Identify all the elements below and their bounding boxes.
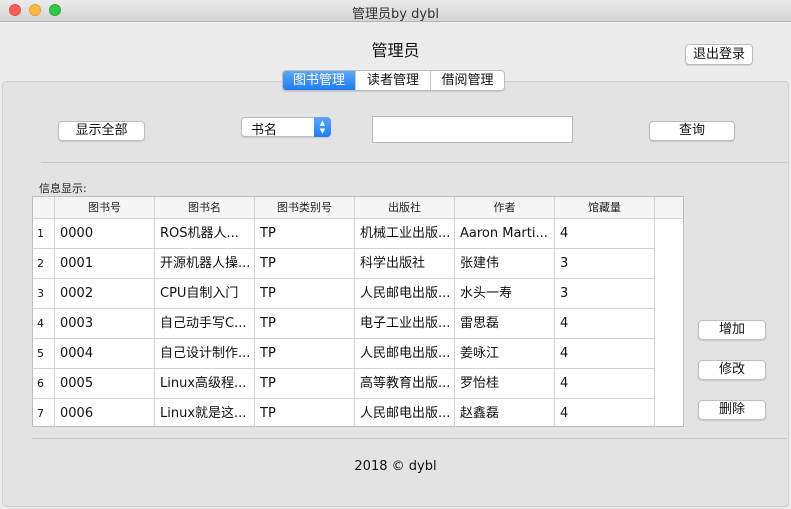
footer-copyright: 2018 © dybl [354,459,437,474]
table-row[interactable]: 2 0001 开源机器人操... TP 科学出版社 张建伟 3 [33,249,683,279]
table-cell: TP [255,339,355,369]
divider [32,438,787,439]
column-header-category[interactable]: 图书类别号 [255,197,355,218]
table-cell: 0006 [55,399,155,426]
page-title: 管理员 [371,41,420,60]
table-cell: 姜咏江 [455,339,555,369]
table-row[interactable]: 4 0003 自己动手写C... TP 电子工业出版... 雷思磊 4 [33,309,683,339]
table-cell: TP [255,399,355,426]
edit-button[interactable]: 修改 [698,360,766,380]
table-cell: 4 [555,309,655,339]
table-cell: 水头一寿 [455,279,555,309]
query-button[interactable]: 查询 [649,121,735,141]
table-scroll-gutter [655,219,683,426]
delete-button[interactable]: 删除 [698,400,766,420]
table-row[interactable]: 5 0004 自己设计制作... TP 人民邮电出版... 姜咏江 4 [33,339,683,369]
table-cell: 0001 [55,249,155,279]
table-cell: 电子工业出版... [355,309,455,339]
table-cell: 4 [555,399,655,426]
table-row[interactable]: 7 0006 Linux就是这... TP 人民邮电出版... 赵鑫磊 4 [33,399,683,426]
table-cell: TP [255,279,355,309]
table-cell: 4 [555,369,655,399]
search-field-select[interactable]: 书名 ▲ ▼ [241,117,331,138]
table-cell: 科学出版社 [355,249,455,279]
table-cell: TP [255,249,355,279]
select-value: 书名 [251,123,278,138]
table-cell: 人民邮电出版... [355,339,455,369]
table-cell: 3 [555,249,655,279]
table-cell: 人民邮电出版... [355,399,455,426]
table-cell: 罗怡桂 [455,369,555,399]
book-table[interactable]: 图书号 图书名 图书类别号 出版社 作者 馆藏量 1 0000 ROS机器人... T… [32,196,684,427]
column-header-author[interactable]: 作者 [455,197,555,218]
table-cell: 0005 [55,369,155,399]
table-cell: 4 [555,219,655,249]
row-index: 3 [33,279,55,309]
window-title: 管理员by dybl [352,7,439,22]
show-all-button[interactable]: 显示全部 [58,121,145,141]
table-cell: TP [255,369,355,399]
table-cell: TP [255,219,355,249]
table-cell: 雷思磊 [455,309,555,339]
add-button[interactable]: 增加 [698,320,766,340]
table-cell: Linux高级程... [155,369,255,399]
row-index: 2 [33,249,55,279]
column-header-stock[interactable]: 馆藏量 [555,197,655,218]
row-index: 5 [33,339,55,369]
chevron-up-down-icon: ▲ ▼ [314,117,331,137]
table-cell: 张建伟 [455,249,555,279]
table-cell: 自己动手写C... [155,309,255,339]
column-header-book-name[interactable]: 图书名 [155,197,255,218]
table-cell: 0004 [55,339,155,369]
title-bar: 管理员by dybl [0,0,791,22]
table-cell: Aaron Marti... [455,219,555,249]
row-index: 4 [33,309,55,339]
table-cell: TP [255,309,355,339]
table-cell: 0000 [55,219,155,249]
divider [41,162,787,163]
column-header-book-id[interactable]: 图书号 [55,197,155,218]
table-cell: 机械工业出版... [355,219,455,249]
tab-book-management[interactable]: 图书管理 [283,71,356,90]
table-row[interactable]: 1 0000 ROS机器人... TP 机械工业出版... Aaron Marti... 4 [33,219,683,249]
column-header-index[interactable] [33,197,55,218]
info-label: 信息显示: [39,182,87,195]
table-cell: 人民邮电出版... [355,279,455,309]
table-row[interactable]: 6 0005 Linux高级程... TP 高等教育出版... 罗怡桂 4 [33,369,683,399]
row-index: 6 [33,369,55,399]
table-cell: 高等教育出版... [355,369,455,399]
search-input[interactable] [372,116,573,143]
table-cell: 自己设计制作... [155,339,255,369]
table-cell: CPU自制入门 [155,279,255,309]
tab-borrow-management[interactable]: 借阅管理 [431,71,504,90]
tab-reader-management[interactable]: 读者管理 [356,71,431,90]
row-index: 1 [33,219,55,249]
table-cell: Linux就是这... [155,399,255,426]
row-index: 7 [33,399,55,426]
logout-button[interactable]: 退出登录 [685,44,753,65]
table-cell: 4 [555,339,655,369]
column-header-publisher[interactable]: 出版社 [355,197,455,218]
table-cell: 3 [555,279,655,309]
table-cell: ROS机器人... [155,219,255,249]
table-cell: 0002 [55,279,155,309]
table-cell: 0003 [55,309,155,339]
table-header: 图书号 图书名 图书类别号 出版社 作者 馆藏量 [33,197,683,219]
tab-bar: 图书管理 读者管理 借阅管理 [282,70,505,91]
table-row[interactable]: 3 0002 CPU自制入门 TP 人民邮电出版... 水头一寿 3 [33,279,683,309]
table-cell: 赵鑫磊 [455,399,555,426]
table-cell: 开源机器人操... [155,249,255,279]
